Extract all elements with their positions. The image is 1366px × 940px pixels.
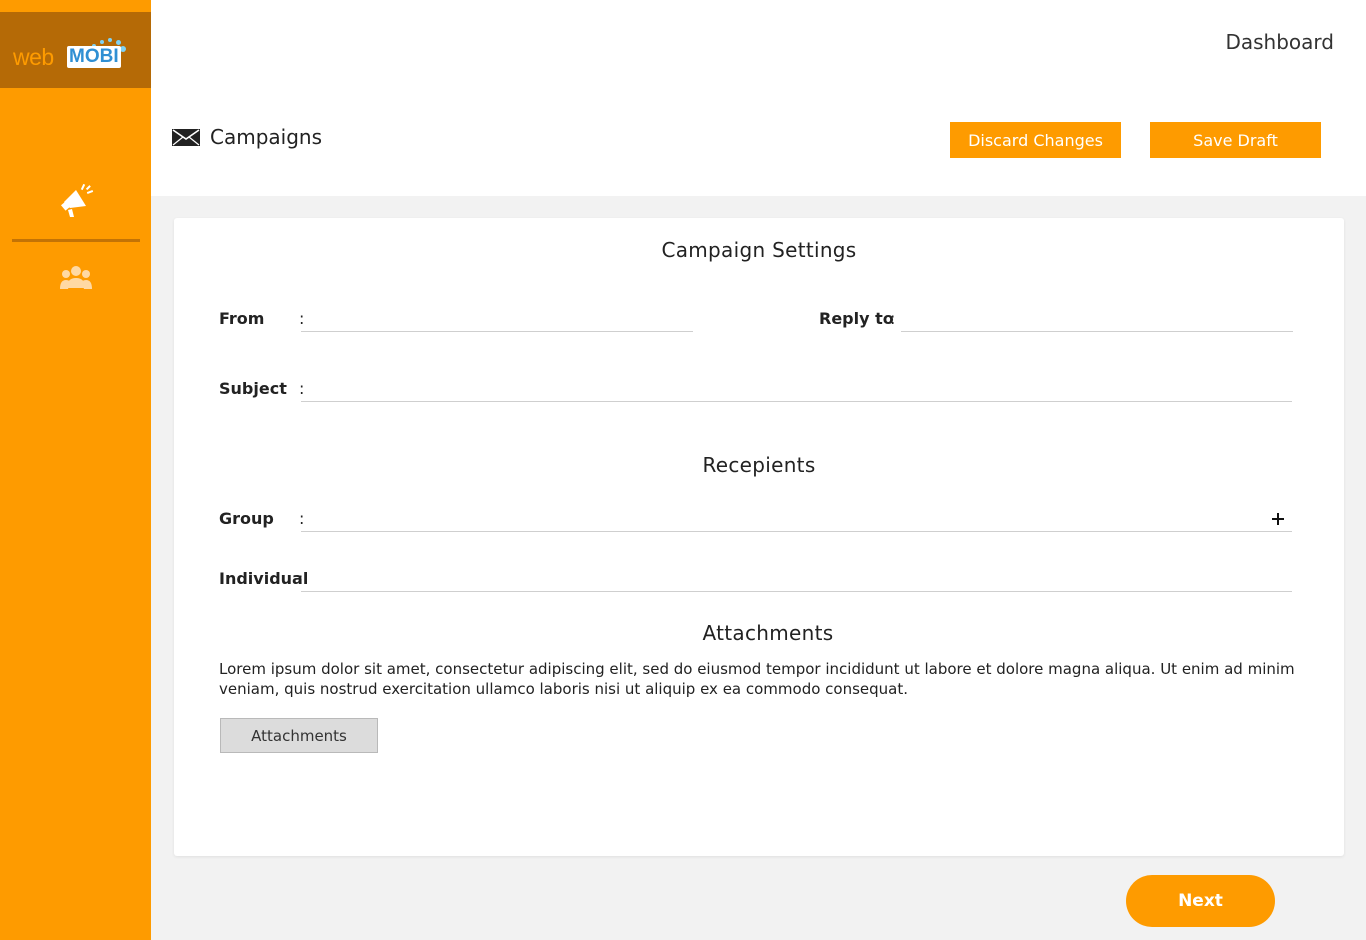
- group-label: Group: [219, 509, 274, 528]
- group-input[interactable]: [301, 508, 1292, 532]
- page-title: Campaigns: [210, 125, 323, 149]
- attachments-button[interactable]: Attachments: [220, 718, 378, 753]
- dashboard-link[interactable]: Dashboard: [1225, 30, 1334, 54]
- reply-to-colon: :: [890, 309, 896, 328]
- logo-dot: [120, 46, 126, 52]
- sidebar-item-campaigns[interactable]: [56, 180, 96, 220]
- logo-dot: [108, 38, 112, 42]
- attachments-title: Attachments: [702, 621, 834, 645]
- next-button[interactable]: Next: [1126, 875, 1275, 927]
- campaign-form-card: Campaign Settings From : Reply to : Subj…: [174, 218, 1344, 856]
- subject-input[interactable]: [301, 378, 1292, 402]
- reply-to-label: Reply to: [819, 309, 894, 328]
- logo-dot: [116, 40, 121, 45]
- sidebar-item-users[interactable]: [56, 258, 96, 298]
- individual-input[interactable]: [301, 568, 1292, 592]
- recipients-title: Recepients: [702, 453, 816, 477]
- logo-text-web: web: [13, 44, 54, 70]
- from-label: From: [219, 309, 265, 328]
- megaphone-icon: [61, 183, 94, 217]
- from-input[interactable]: [301, 308, 693, 332]
- individual-label: Individual: [219, 569, 309, 588]
- add-group-button[interactable]: [1271, 509, 1285, 531]
- envelope-icon: [172, 129, 200, 146]
- save-draft-button[interactable]: Save Draft: [1150, 122, 1321, 158]
- attachments-description: Lorem ipsum dolor sit amet, consectetur …: [219, 660, 1295, 698]
- plus-icon: [1272, 513, 1284, 525]
- campaign-settings-title: Campaign Settings: [661, 238, 857, 262]
- users-icon: [60, 266, 92, 289]
- reply-to-input[interactable]: [901, 308, 1293, 332]
- sidebar: web MOBI: [0, 0, 151, 940]
- sidebar-divider: [12, 239, 140, 242]
- page-title-group: Campaigns: [172, 125, 322, 149]
- logo-dot: [100, 40, 104, 44]
- subject-label: Subject: [219, 379, 287, 398]
- discard-changes-button[interactable]: Discard Changes: [950, 122, 1121, 158]
- header: Dashboard Campaigns Discard Changes Save…: [151, 0, 1366, 196]
- logo-text-mobi: MOBI: [67, 46, 121, 68]
